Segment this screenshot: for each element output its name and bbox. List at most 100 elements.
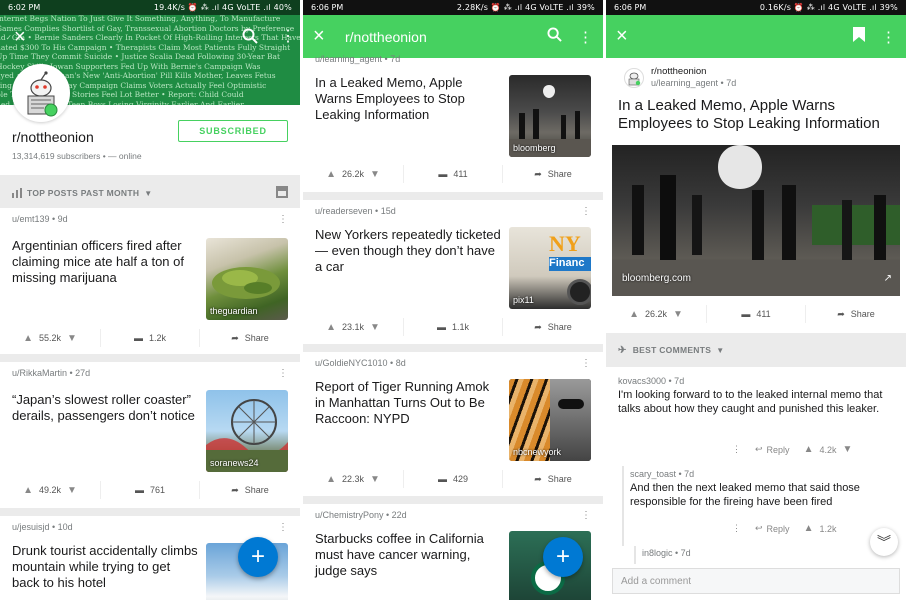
downvote-icon[interactable]: ▼ <box>370 169 380 180</box>
post-more-icon[interactable]: ⋮ <box>581 358 591 369</box>
post-subreddit[interactable]: r/nottheonion <box>651 66 706 77</box>
vote-count: 49.2k <box>38 485 62 495</box>
comment-actions: ⋮ ↩ Reply ▲ 1.2k <box>732 523 836 534</box>
comments-button[interactable]: ▬ 761 <box>100 481 200 499</box>
share-button[interactable]: ➦ Share <box>200 333 300 344</box>
post-card[interactable]: u/readerseven • 15d ⋮ New Yorkers repeat… <box>303 200 603 344</box>
post-image[interactable]: bloomberg.com ↗ <box>612 145 900 296</box>
comment-count: 1.1k <box>451 322 469 332</box>
post-domain[interactable]: bloomberg.com <box>622 273 691 284</box>
comments-button[interactable]: ▬ 411 <box>706 305 806 323</box>
share-button[interactable]: ➦ Share <box>200 485 300 496</box>
post-thumbnail[interactable]: NY Financ pix11 <box>509 227 591 309</box>
post-detail-screen: 6:06 PM 0.16K/s ⏰ ⁂ .ıl 4G VoLTE .ıl 39%… <box>606 0 906 600</box>
search-icon[interactable] <box>242 28 258 49</box>
comment-sort-bar[interactable]: ✈ BEST COMMENTS ▼ <box>606 333 906 367</box>
bookmark-icon[interactable] <box>853 27 865 46</box>
post-title[interactable]: Report of Tiger Running Amok in Manhatta… <box>315 379 501 427</box>
app-bar: × ⋮ <box>606 15 906 58</box>
comment-icon: ▬ <box>438 169 448 179</box>
post-card[interactable]: u/emt139 • 9d ⋮ Argentinian officers fir… <box>0 208 300 354</box>
comment-meta[interactable]: scary_toast • 7d <box>630 469 694 479</box>
share-icon: ➦ <box>231 484 239 495</box>
reply-button[interactable]: ↩ Reply <box>755 444 790 455</box>
comment-more-icon[interactable]: ⋮ <box>732 444 741 455</box>
share-button[interactable]: ➦ Share <box>503 322 603 333</box>
comment-meta[interactable]: kovacs3000 • 7d <box>618 376 684 386</box>
downvote-icon[interactable]: ▼ <box>842 444 852 455</box>
subreddit-avatar[interactable] <box>624 68 644 88</box>
post-thumbnail[interactable]: bloomberg <box>509 75 591 157</box>
upvote-icon[interactable]: ▲ <box>326 474 336 485</box>
downvote-icon[interactable]: ▼ <box>673 309 683 320</box>
post-title[interactable]: Starbucks coffee in California must have… <box>315 531 501 579</box>
comments-button[interactable]: ▬ 1.2k <box>100 329 200 347</box>
close-icon[interactable]: × <box>616 25 648 48</box>
share-button[interactable]: ➦ Share <box>503 169 603 180</box>
comment-more-icon[interactable]: ⋮ <box>732 523 741 534</box>
post-thumbnail[interactable]: theguardian <box>206 238 288 320</box>
post-more-icon[interactable]: ⋮ <box>278 522 288 533</box>
more-options-icon[interactable]: ⋮ <box>578 28 593 46</box>
post-meta[interactable]: u/emt139 • 9d <box>12 214 68 224</box>
post-more-icon[interactable]: ⋮ <box>278 368 288 379</box>
create-post-button[interactable]: + <box>543 537 583 577</box>
close-icon[interactable]: × <box>14 26 26 49</box>
upvote-icon[interactable]: ▲ <box>326 322 336 333</box>
upvote-icon[interactable]: ▲ <box>326 169 336 180</box>
share-button[interactable]: ➦ Share <box>806 309 906 320</box>
post-more-icon[interactable]: ⋮ <box>278 214 288 225</box>
downvote-icon[interactable]: ▼ <box>370 474 380 485</box>
downvote-icon[interactable]: ▼ <box>67 485 77 496</box>
post-meta[interactable]: u/GoldieNYC1010 • 8d <box>315 358 406 368</box>
close-icon[interactable]: × <box>313 25 345 48</box>
post-more-icon[interactable]: ⋮ <box>581 510 591 521</box>
post-more-icon[interactable]: ⋮ <box>581 206 591 217</box>
post-card[interactable]: u/learning_agent • 7d In a Leaked Memo, … <box>303 54 603 192</box>
comments-button[interactable]: ▬ 411 <box>403 165 503 183</box>
layout-toggle-icon[interactable] <box>276 186 288 198</box>
comment-body: I'm looking forward to to the leaked int… <box>618 389 883 415</box>
upvote-icon[interactable]: ▲ <box>804 444 814 455</box>
post-meta[interactable]: u/readerseven • 15d <box>315 206 396 216</box>
post-title[interactable]: “Japan’s slowest roller coaster” derails… <box>12 392 198 424</box>
post-thumbnail[interactable]: nbcnewyork <box>509 379 591 461</box>
post-thumbnail[interactable]: soranews24 <box>206 390 288 472</box>
post-title[interactable]: Drunk tourist accidentally climbs mounta… <box>12 543 198 591</box>
post-author[interactable]: u/learning_agent • 7d <box>651 78 736 88</box>
sort-bar[interactable]: TOP POSTS PAST MONTH ▼ <box>0 182 300 204</box>
search-icon[interactable] <box>547 27 562 46</box>
upvote-icon[interactable]: ▲ <box>23 333 33 344</box>
chevron-down-icon: ▼ <box>144 188 153 198</box>
post-title[interactable]: New Yorkers repeatedly ticketed — even t… <box>315 227 501 275</box>
downvote-icon[interactable]: ▼ <box>370 322 380 333</box>
more-options-icon[interactable]: ⋮ <box>280 26 296 46</box>
upvote-icon[interactable]: ▲ <box>804 523 814 534</box>
comments-button[interactable]: ▬ 429 <box>403 470 503 488</box>
downvote-icon[interactable]: ▼ <box>67 333 77 344</box>
scroll-down-button[interactable]: ︾ <box>870 528 898 556</box>
vote-group: ▲ 22.3k ▼ <box>303 474 403 485</box>
post-meta[interactable]: u/learning_agent • 7d <box>315 54 400 64</box>
share-button[interactable]: ➦ Share <box>503 474 603 485</box>
post-meta[interactable]: u/RikkaMartin • 27d <box>12 368 90 378</box>
upvote-icon[interactable]: ▲ <box>23 485 33 496</box>
upvote-icon[interactable]: ▲ <box>629 309 639 320</box>
external-link-icon[interactable]: ↗ <box>884 273 892 284</box>
comments-button[interactable]: ▬ 1.1k <box>403 318 503 336</box>
post-meta[interactable]: u/jesuisjd • 10d <box>12 522 73 532</box>
comment-count: 429 <box>452 474 469 484</box>
reply-button[interactable]: ↩ Reply <box>755 523 790 534</box>
comment-vote-group: ▲ 1.2k <box>804 523 837 534</box>
comment-meta[interactable]: in8logic • 7d <box>642 548 691 558</box>
post-title[interactable]: In a Leaked Memo, Apple Warns Employees … <box>315 75 501 123</box>
post-title[interactable]: Argentinian officers fired after claimin… <box>12 238 198 286</box>
create-post-button[interactable]: + <box>238 537 278 577</box>
more-options-icon[interactable]: ⋮ <box>881 28 896 46</box>
post-card[interactable]: u/GoldieNYC1010 • 8d ⋮ Report of Tiger R… <box>303 352 603 496</box>
post-card[interactable]: u/RikkaMartin • 27d ⋮ “Japan’s slowest r… <box>0 362 300 508</box>
subscribed-button[interactable]: SUBSCRIBED <box>178 120 288 142</box>
add-comment-input[interactable]: Add a comment <box>612 568 900 594</box>
post-meta[interactable]: u/ChemistryPony • 22d <box>315 510 407 520</box>
ny-logo: NY <box>549 231 581 256</box>
